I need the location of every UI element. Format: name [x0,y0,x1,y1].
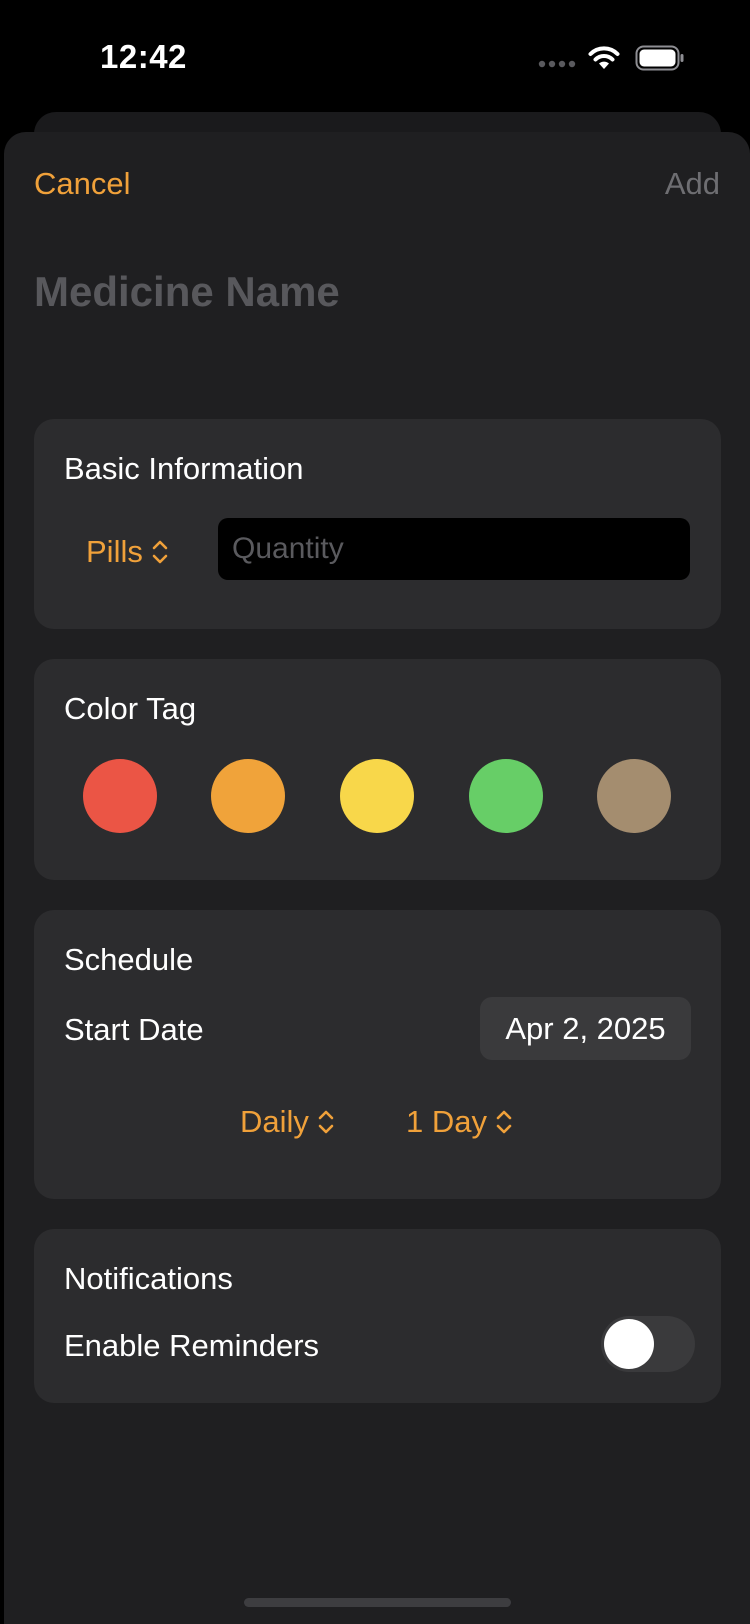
section-title: Basic Information [64,451,304,486]
quantity-input[interactable]: Quantity [218,518,690,580]
section-title: Notifications [64,1261,233,1296]
duration-picker[interactable]: 1 Day [406,1104,513,1140]
unit-picker-label: Pills [86,534,143,569]
chevron-up-down-icon [152,540,168,564]
status-bar: 12:42 [0,0,750,110]
home-indicator [244,1598,511,1607]
enable-reminders-label: Enable Reminders [64,1328,320,1363]
frequency-picker[interactable]: Daily [240,1104,335,1140]
start-date-picker[interactable]: Apr 2, 2025 [480,997,691,1060]
status-time: 12:42 [100,38,187,75]
battery-icon [635,45,684,71]
section-title: Schedule [64,942,194,977]
color-tag-section: Color Tag [34,659,721,880]
start-date-value: Apr 2, 2025 [505,1010,666,1046]
color-swatch-orange[interactable] [211,759,285,833]
color-swatch-brown[interactable] [597,759,671,833]
color-swatch-red[interactable] [83,759,157,833]
duration-label: 1 Day [406,1104,487,1139]
notifications-section: Notifications Enable Reminders [34,1229,721,1403]
schedule-section: Schedule Start Date Apr 2, 2025 Daily 1 … [34,910,721,1199]
color-swatch-yellow[interactable] [340,759,414,833]
cancel-button[interactable]: Cancel [34,166,131,202]
medicine-name-field[interactable]: Medicine Name [34,268,340,316]
wifi-icon [588,46,620,69]
frequency-label: Daily [240,1104,309,1139]
chevron-up-down-icon [496,1110,512,1134]
toggle-knob [604,1319,654,1369]
basic-information-section: Basic Information Pills Quantity [34,419,721,629]
unit-picker[interactable]: Pills [86,534,169,570]
start-date-label: Start Date [64,1012,204,1047]
section-title: Color Tag [64,691,197,726]
chevron-up-down-icon [318,1110,334,1134]
enable-reminders-toggle[interactable] [601,1316,695,1372]
color-swatch-green[interactable] [469,759,543,833]
cellular-signal-icon [538,60,576,68]
quantity-placeholder: Quantity [232,532,344,565]
add-button[interactable]: Add [665,166,720,202]
